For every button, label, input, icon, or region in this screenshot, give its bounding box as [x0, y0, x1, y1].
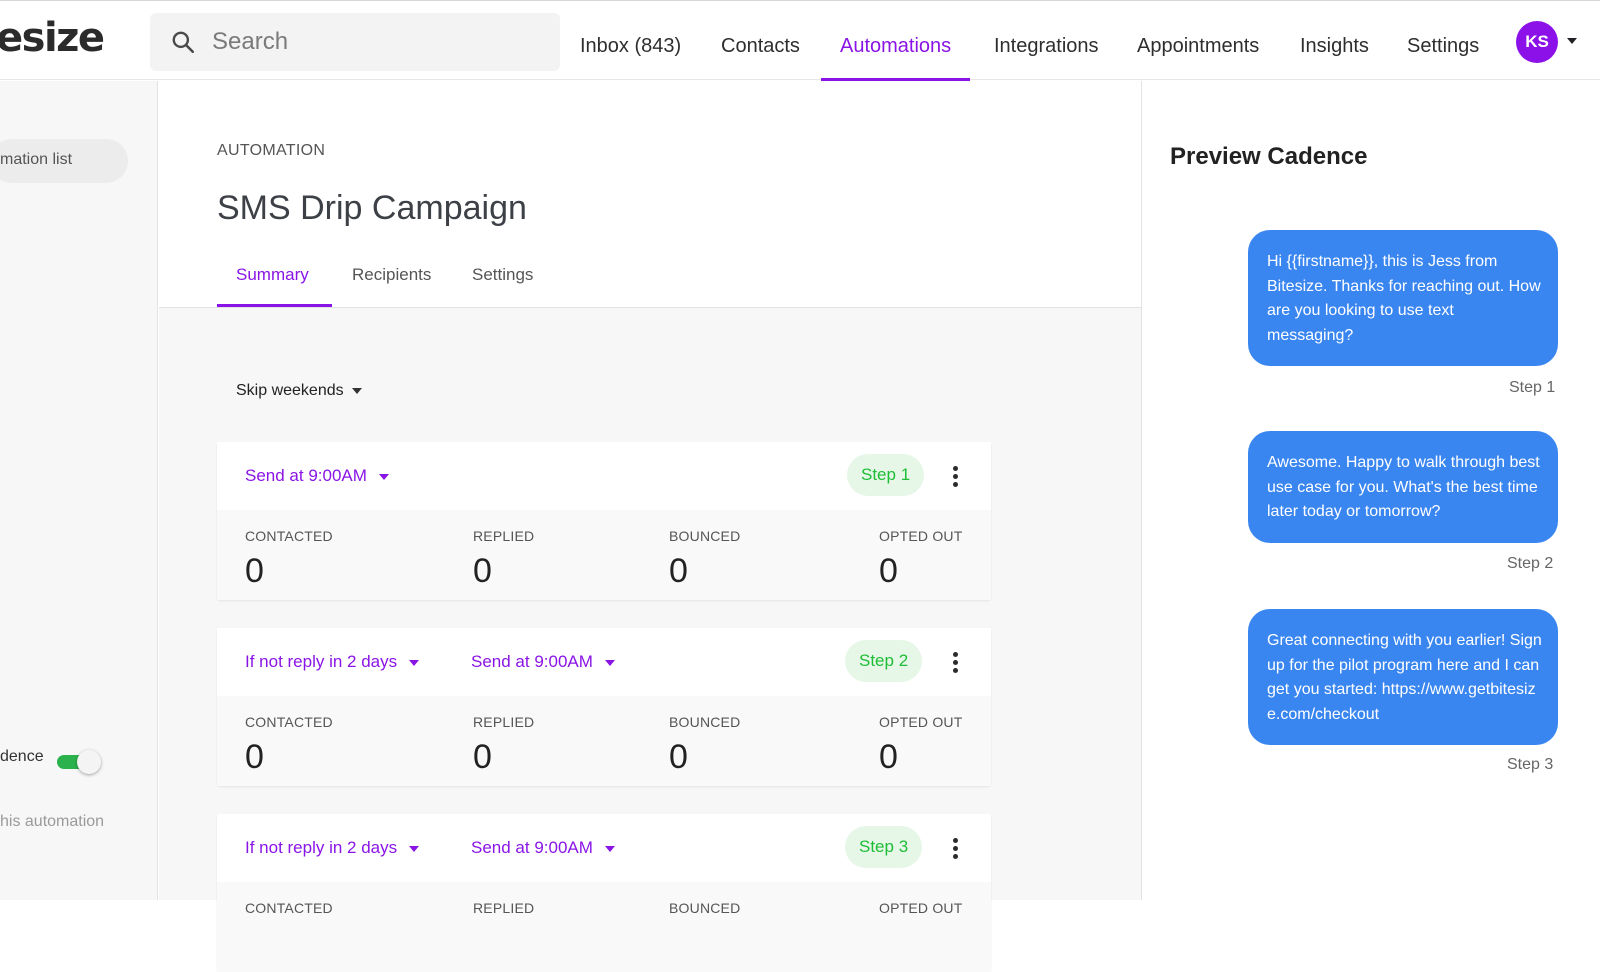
preview-cadence-panel: Preview Cadence Hi {{firstname}}, this i… [1141, 81, 1600, 900]
send-time-label: Send at 9:00AM [471, 652, 593, 671]
contacted-label: CONTACTED [245, 528, 333, 544]
search-box[interactable]: Search [150, 13, 560, 71]
message-bubble: Great connecting with you earlier! Sign … [1248, 609, 1558, 745]
caret-down-icon [378, 473, 389, 480]
caret-down-icon [409, 659, 420, 666]
automation-header: AUTOMATION SMS Drip Campaign Summary Rec… [159, 81, 1141, 308]
tab-summary[interactable]: Summary [236, 265, 309, 285]
caret-down-icon [604, 659, 615, 666]
bounced-label: BOUNCED [669, 900, 741, 916]
replied-value: 0 [473, 738, 492, 776]
contacted-value: 0 [245, 738, 264, 776]
bounced-value: 0 [669, 552, 688, 590]
caret-down-icon [351, 387, 362, 394]
nav-contacts[interactable]: Contacts [721, 1, 800, 81]
send-time-label: Send at 9:00AM [471, 838, 593, 857]
bounced-value: 0 [669, 738, 688, 776]
send-time-dropdown[interactable]: Send at 9:00AM [245, 466, 389, 486]
message-step-label: Step 3 [1507, 756, 1554, 773]
contacted-label: CONTACTED [245, 900, 333, 916]
skip-weekends-label: Skip weekends [236, 382, 344, 399]
send-time-label: Send at 9:00AM [245, 466, 367, 485]
search-input[interactable]: Search [212, 28, 288, 56]
contacted-value: 0 [245, 552, 264, 590]
replied-label: REPLIED [473, 900, 535, 916]
nav-integrations[interactable]: Integrations [994, 1, 1099, 81]
brand-logo[interactable]: esize [0, 15, 105, 61]
delay-condition-label: If not reply in 2 days [245, 652, 398, 671]
step-stats: CONTACTED REPLIED BOUNCED OPTED OUT 0 0 … [217, 510, 991, 600]
opted-out-label: OPTED OUT [879, 714, 963, 730]
message-step-label: Step 2 [1507, 555, 1554, 572]
skip-weekends-dropdown[interactable]: Skip weekends [236, 382, 362, 400]
delay-condition-label: If not reply in 2 days [245, 838, 398, 857]
nav-automations[interactable]: Automations [821, 1, 971, 82]
caret-down-icon [604, 845, 615, 852]
send-time-dropdown[interactable]: Send at 9:00AM [471, 838, 615, 858]
cadence-label: dence [0, 748, 44, 765]
nav-insights[interactable]: Insights [1300, 1, 1369, 81]
caret-down-icon [409, 845, 420, 852]
step-card: Send at 9:00AM Step 1 CONTACTED REPLIED … [217, 442, 991, 600]
step-badge: Step 2 [845, 640, 923, 682]
avatar[interactable]: KS [1516, 21, 1558, 63]
opted-out-label: OPTED OUT [879, 900, 963, 916]
toggle-knob [77, 750, 101, 774]
nav-inbox[interactable]: Inbox (843) [580, 1, 681, 81]
cadence-toggle[interactable] [57, 750, 101, 774]
back-label: mation list [0, 151, 73, 168]
delay-condition-dropdown[interactable]: If not reply in 2 days [245, 838, 420, 858]
active-tab-indicator [217, 304, 332, 307]
message-step-label: Step 1 [1509, 379, 1556, 396]
opted-out-value: 0 [879, 738, 898, 776]
replied-label: REPLIED [473, 528, 535, 544]
step-stats: CONTACTED REPLIED BOUNCED OPTED OUT [217, 882, 991, 972]
page-title: SMS Drip Campaign [217, 189, 527, 227]
page-overline: AUTOMATION [217, 142, 326, 159]
search-icon [172, 31, 195, 54]
nav-appointments[interactable]: Appointments [1137, 1, 1259, 81]
step-badge: Step 1 [847, 454, 925, 496]
replied-value: 0 [473, 552, 492, 590]
preview-title: Preview Cadence [1170, 143, 1368, 170]
step-card: If not reply in 2 days Send at 9:00AM St… [217, 628, 991, 786]
back-to-automation-list-button[interactable]: mation list [0, 139, 128, 183]
main-content: AUTOMATION SMS Drip Campaign Summary Rec… [159, 81, 1141, 972]
top-navigation-bar: esize Search Inbox (843) Contacts Automa… [0, 0, 1600, 82]
bounced-label: BOUNCED [669, 714, 741, 730]
message-bubble: Hi {{firstname}}, this is Jess from Bite… [1248, 230, 1558, 366]
step-badge: Step 3 [845, 826, 923, 868]
automation-action-link[interactable]: his automation [0, 813, 104, 831]
step-card-header: If not reply in 2 days Send at 9:00AM St… [217, 814, 991, 882]
message-bubble: Awesome. Happy to walk through best use … [1248, 431, 1558, 543]
step-stats: CONTACTED REPLIED BOUNCED OPTED OUT 0 0 … [217, 696, 991, 786]
left-sidebar: mation list dence his automation [0, 81, 158, 900]
chevron-down-icon[interactable] [1567, 38, 1577, 44]
nav-settings[interactable]: Settings [1407, 1, 1479, 81]
delay-condition-dropdown[interactable]: If not reply in 2 days [245, 652, 420, 672]
more-options-icon[interactable] [953, 466, 959, 488]
step-card-header: If not reply in 2 days Send at 9:00AM St… [217, 628, 991, 696]
step-card-header: Send at 9:00AM Step 1 [217, 442, 991, 510]
send-time-dropdown[interactable]: Send at 9:00AM [471, 652, 615, 672]
more-options-icon[interactable] [953, 838, 959, 860]
tab-recipients[interactable]: Recipients [352, 265, 431, 285]
step-card: If not reply in 2 days Send at 9:00AM St… [217, 814, 991, 972]
replied-label: REPLIED [473, 714, 535, 730]
contacted-label: CONTACTED [245, 714, 333, 730]
opted-out-value: 0 [879, 552, 898, 590]
tab-settings[interactable]: Settings [472, 265, 533, 285]
bounced-label: BOUNCED [669, 528, 741, 544]
more-options-icon[interactable] [953, 652, 959, 674]
opted-out-label: OPTED OUT [879, 528, 963, 544]
